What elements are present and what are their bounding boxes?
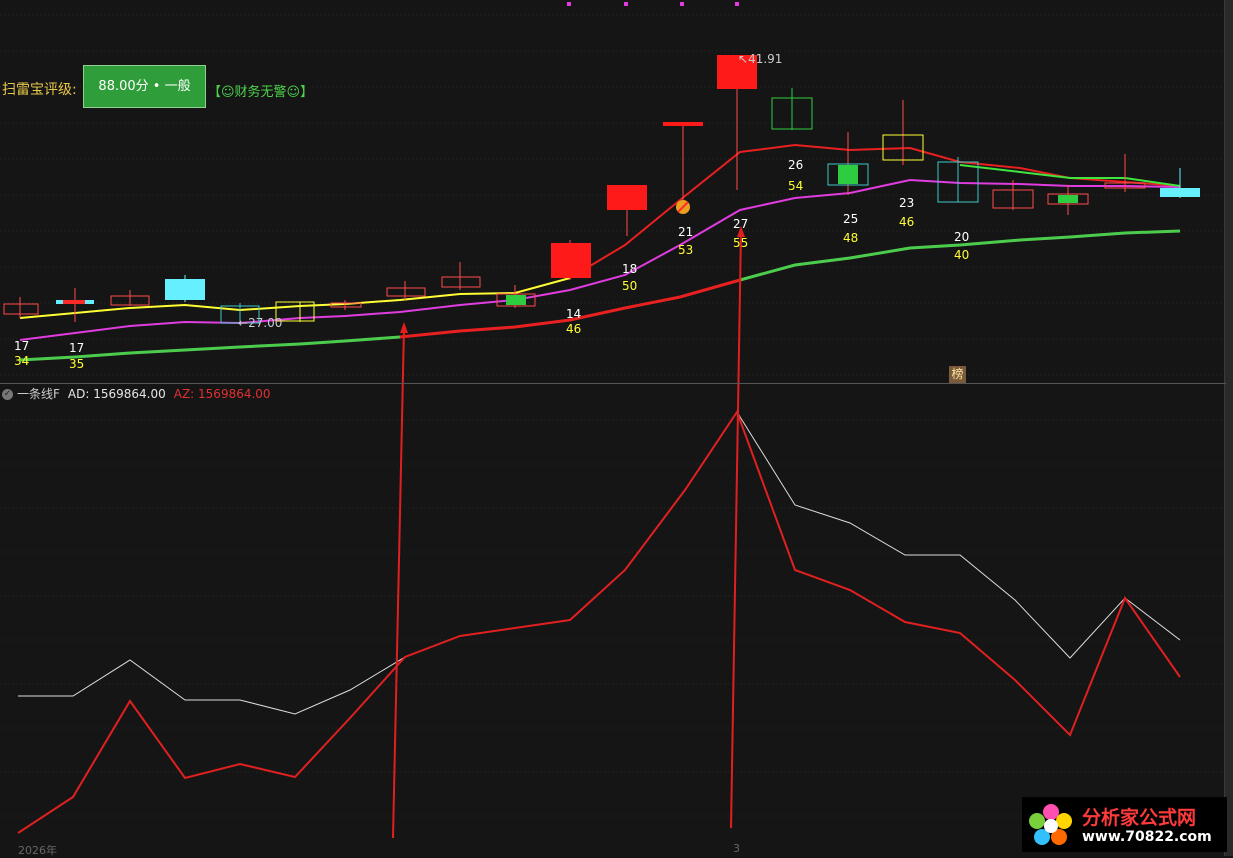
- signal-line-1: [392, 326, 405, 839]
- rating-score-button[interactable]: 88.00分 • 一般: [83, 65, 206, 108]
- watermark-logo: 分析家公式网 www.70822.com: [1022, 797, 1227, 852]
- np-bottom: 53: [678, 243, 693, 257]
- np-bottom: 34: [14, 354, 29, 368]
- np-bottom: 54: [788, 179, 803, 193]
- rating-prefix: 扫雷宝评级:: [2, 82, 77, 98]
- indicator-header: ✓ 一条线F AD: 1569864.00 AZ: 1569864.00: [2, 386, 271, 402]
- signal-arrow-1: [400, 322, 408, 333]
- np-top: 17: [69, 341, 84, 355]
- signal-line-2: [730, 229, 742, 829]
- np-bottom: 35: [69, 357, 84, 371]
- indicator-ad-value: AD: 1569864.00: [67, 387, 166, 401]
- np-top: 18: [622, 262, 637, 276]
- np-top: 25: [843, 212, 858, 226]
- np-bottom: 40: [954, 248, 969, 262]
- np-bottom: 46: [899, 215, 914, 229]
- top-markers: [567, 2, 739, 6]
- grid-lines: [0, 14, 1226, 817]
- az-red-line: [17, 409, 1181, 834]
- np-top: 23: [899, 196, 914, 210]
- ma-red-line: [569, 143, 1181, 279]
- indicator-az-value: AZ: 1569864.00: [173, 387, 271, 401]
- logo-title: 分析家公式网: [1082, 807, 1197, 829]
- np-bottom: 46: [566, 322, 581, 336]
- low-price-label: ←27.00: [238, 316, 282, 330]
- np-top: 20: [954, 230, 969, 244]
- high-price-label: ↖41.91: [738, 52, 782, 66]
- bang-badge[interactable]: 榜: [949, 366, 966, 383]
- np-bottom: 50: [622, 279, 637, 293]
- indicator-name[interactable]: 一条线F: [17, 387, 60, 401]
- flower-logo-icon: [1029, 804, 1072, 845]
- np-top: 26: [788, 158, 803, 172]
- np-bottom: 48: [843, 231, 858, 245]
- logo-url: www.70822.com: [1082, 829, 1212, 845]
- chart-window: ↖41.91 ←27.00 17 34 17 35 14 46 18 50 21…: [0, 0, 1233, 857]
- chart-canvas[interactable]: ↖41.91 ←27.00 17 34 17 35 14 46 18 50 21…: [0, 0, 1226, 856]
- np-top: 17: [14, 339, 29, 353]
- np-top: 14: [566, 307, 581, 321]
- right-scroll-frame[interactable]: [1224, 0, 1233, 856]
- finance-status-tag: 【☺财务无警☺】: [208, 85, 314, 100]
- indicator-toggle-icon[interactable]: ✓: [2, 389, 13, 400]
- number-pair-labels: 17 34 17 35 14 46 18 50 21 53 27 55 26 5…: [14, 158, 969, 371]
- ad-white-line: [18, 411, 1181, 715]
- x-axis-tick: 3: [733, 842, 740, 855]
- ma-yellow-line: [19, 277, 571, 319]
- panel-divider[interactable]: [0, 383, 1226, 384]
- np-top: 21: [678, 225, 693, 239]
